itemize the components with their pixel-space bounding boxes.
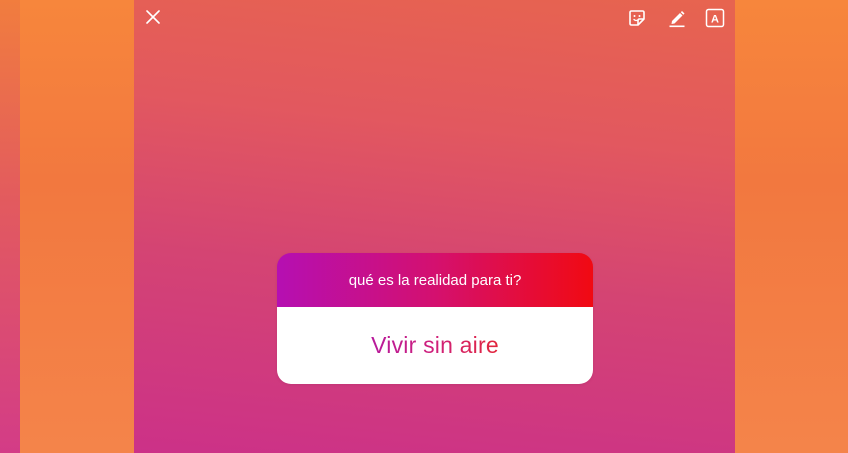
question-sticker[interactable]: qué es la realidad para ti? Vivir sin ai… [277,253,593,384]
background-edge [0,0,20,453]
question-header: qué es la realidad para ti? [277,253,593,307]
answer-text: Vivir sin aire [371,332,499,358]
story-editor-screen: A qué es la realidad para ti? Vivir sin … [0,0,848,453]
left-side-panel [20,0,134,453]
sticker-icon[interactable] [626,7,648,29]
right-side-panel [735,0,848,453]
close-icon[interactable] [143,7,163,27]
story-canvas[interactable] [134,0,735,453]
draw-icon[interactable] [666,7,688,29]
answer-area[interactable]: Vivir sin aire [277,307,593,384]
question-text: qué es la realidad para ti? [348,271,522,289]
text-icon[interactable]: A [705,8,725,28]
text-icon-glyph: A [711,14,719,26]
